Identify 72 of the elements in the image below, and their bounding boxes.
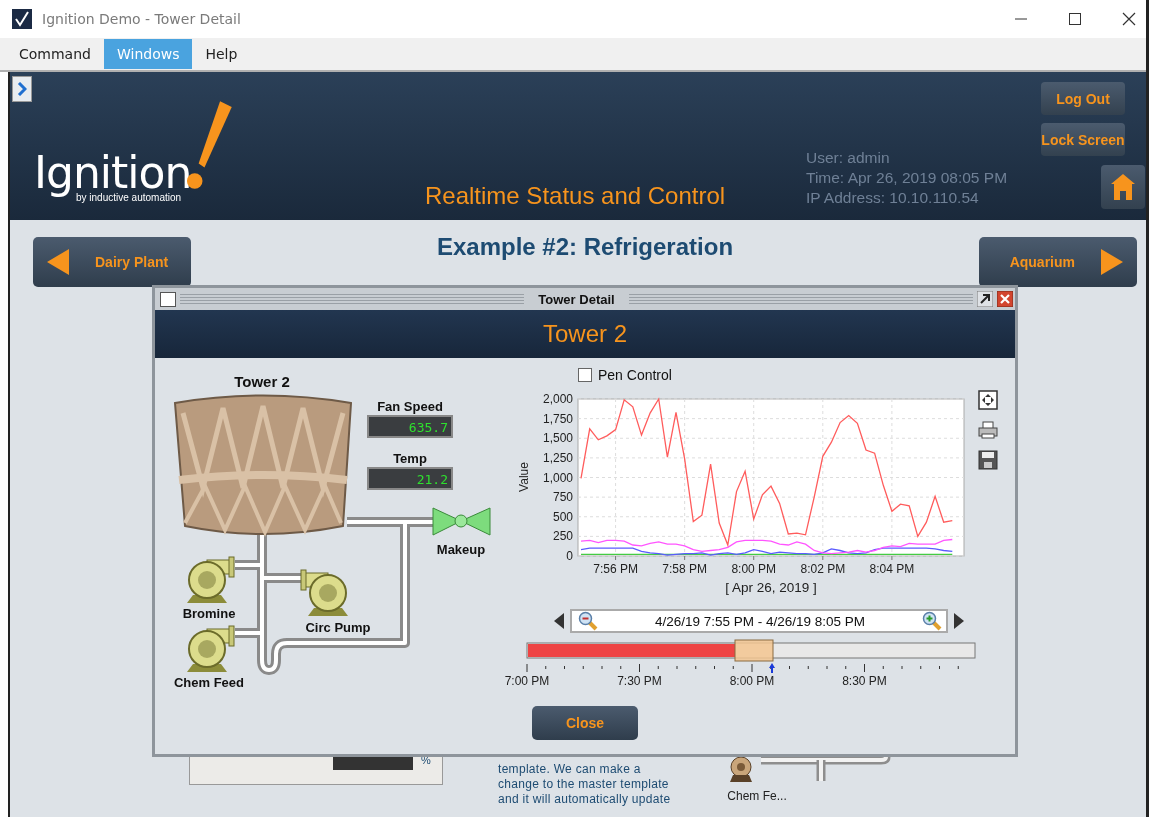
- digital-display: 21.2: [367, 467, 453, 490]
- timeline-tick-label: 8:00 PM: [729, 674, 775, 688]
- window-title: Ignition Demo - Tower Detail: [42, 11, 242, 27]
- maximize-icon[interactable]: [1068, 12, 1082, 26]
- axis-tick-label: 1,750: [542, 411, 573, 426]
- left-triangle-icon[interactable]: [554, 613, 564, 629]
- pump-label: Bromine: [182, 606, 236, 621]
- page-title: Example #2: Refrigeration: [436, 233, 734, 262]
- axis-tick-label: 1,500: [542, 431, 573, 446]
- chevron-icon: [17, 82, 27, 96]
- range-selector-handle: [734, 639, 774, 662]
- readout-label: Temp: [393, 451, 427, 466]
- nav-button[interactable]: Aquarium: [979, 237, 1137, 287]
- right-triangle-icon[interactable]: [954, 613, 964, 629]
- digital-display: 635.7: [367, 415, 453, 438]
- pump-label: Chem Fe...: [727, 789, 788, 803]
- close-icon[interactable]: [1122, 12, 1136, 26]
- axis-tick-label: 500: [552, 509, 573, 524]
- nav-button[interactable]: Dairy Plant: [33, 237, 191, 287]
- readout-label: Fan Speed: [377, 399, 443, 414]
- house-icon: [1110, 173, 1136, 201]
- expand-button[interactable]: [12, 76, 32, 102]
- printer-icon[interactable]: [978, 421, 998, 439]
- pump-label: Circ Pump: [305, 620, 371, 635]
- session-info: IP Address: 10.10.110.54: [806, 188, 980, 208]
- checkbox[interactable]: [578, 368, 592, 382]
- date-range-field[interactable]: 4/26/19 7:55 PM - 4/26/19 8:05 PM: [570, 609, 948, 633]
- window-menu-icon[interactable]: [160, 291, 176, 307]
- axis-title: Value: [517, 462, 531, 492]
- timeline-tick-label: 7:30 PM: [617, 674, 662, 688]
- session-info: Time: Apr 26, 2019 08:05 PM: [806, 168, 1009, 188]
- close-button[interactable]: Close: [532, 706, 638, 740]
- save-icon[interactable]: [978, 450, 998, 470]
- axis-tick-label: 1,000: [542, 470, 573, 485]
- axis-tick-label: 8:02 PM: [800, 562, 846, 576]
- description-text: template. We can make a change to the master template and it will automatically update: [498, 762, 671, 807]
- axis-tick-label: 7:58 PM: [662, 562, 707, 576]
- fit-to-screen-icon[interactable]: [978, 390, 998, 410]
- axis-tick-label: 8:04 PM: [869, 562, 915, 576]
- zoom-out-icon[interactable]: [578, 611, 598, 631]
- dialog-title: Tower Detail: [537, 291, 616, 307]
- axis-tick-label: 1,250: [542, 450, 573, 465]
- axis-tick-label: 250: [552, 529, 573, 544]
- timeline-tick-label: 8:30 PM: [842, 674, 887, 688]
- header-button[interactable]: Lock Screen: [1041, 123, 1125, 156]
- right-triangle-icon: [1101, 249, 1123, 275]
- axis-tick-label: 2,000: [542, 392, 573, 406]
- left-triangle-icon: [47, 249, 69, 275]
- menu-item[interactable]: Windows: [103, 39, 193, 69]
- checkbox-label: Pen Control: [598, 367, 672, 383]
- date-range-text: 4/26/19 7:55 PM - 4/26/19 8:05 PM: [654, 613, 866, 629]
- menu-item[interactable]: Command: [6, 39, 104, 69]
- valve-label: Makeup: [436, 542, 486, 557]
- tower-label: Tower 2: [234, 373, 290, 390]
- dialog-heading: Tower 2: [542, 320, 627, 348]
- zoom-in-icon[interactable]: [922, 611, 942, 631]
- axis-tick-label: 0: [566, 549, 573, 563]
- menu-item[interactable]: Help: [192, 39, 251, 69]
- close-icon[interactable]: [997, 291, 1013, 307]
- app-icon: [12, 9, 32, 29]
- session-info: User: admin: [806, 148, 891, 168]
- home-button[interactable]: [1101, 165, 1145, 209]
- popout-icon[interactable]: [977, 291, 993, 307]
- axis-tick-label: 7:56 PM: [593, 562, 638, 576]
- pump-label: Chem Feed: [173, 675, 245, 690]
- header-button[interactable]: Log Out: [1041, 82, 1125, 115]
- timeline-tick-label: 7:00 PM: [504, 674, 550, 688]
- header-subtitle: Realtime Status and Control: [425, 182, 726, 210]
- current-time-marker-icon: [769, 663, 775, 673]
- axis-tick-label: 750: [552, 490, 573, 505]
- axis-tick-label: 8:00 PM: [731, 562, 777, 576]
- axis-title: [ Apr 26, 2019 ]: [725, 580, 817, 595]
